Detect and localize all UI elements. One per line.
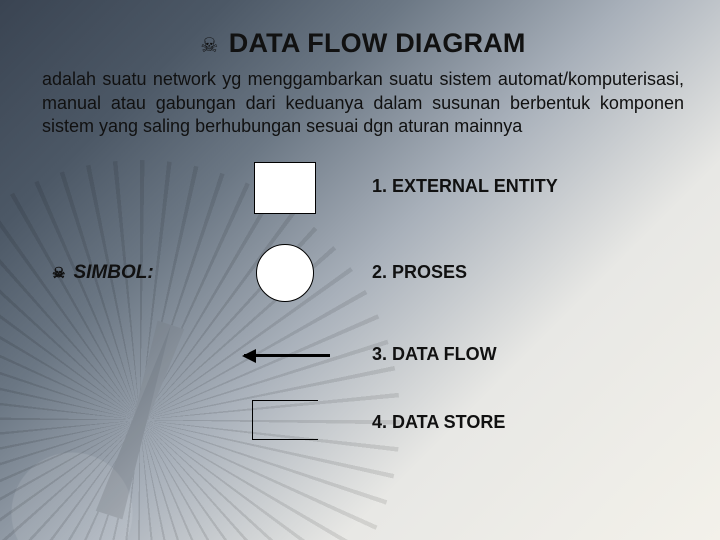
- slide: ☠ DATA FLOW DIAGRAM adalah suatu network…: [0, 0, 720, 540]
- skull-icon: ☠: [52, 264, 65, 282]
- description-text: adalah suatu network yg menggambarkan su…: [42, 68, 684, 138]
- symbols-heading-text: SIMBOL:: [73, 262, 153, 284]
- symbols-heading: ☠ SIMBOL:: [52, 262, 154, 284]
- symbol-shapes-column: [250, 162, 330, 482]
- skull-icon: ☠: [200, 33, 218, 58]
- slide-content: ☠ DATA FLOW DIAGRAM adalah suatu network…: [0, 0, 720, 540]
- symbol-process-icon: [256, 244, 314, 302]
- title-row: ☠ DATA FLOW DIAGRAM: [42, 28, 684, 60]
- symbol-label-data-flow: 3. DATA FLOW: [372, 344, 497, 365]
- symbol-label-data-store: 4. DATA STORE: [372, 412, 505, 433]
- symbol-label-process: 2. PROSES: [372, 262, 467, 283]
- symbol-external-entity-icon: [254, 162, 316, 214]
- symbol-labels-column: 1. EXTERNAL ENTITY 2. PROSES 3. DATA FLO…: [372, 162, 702, 482]
- symbol-data-store-icon: [252, 400, 318, 440]
- symbol-data-flow-icon: [244, 354, 330, 357]
- symbol-label-external-entity: 1. EXTERNAL ENTITY: [372, 176, 558, 197]
- symbols-area: ☠ SIMBOL: 1. EXTERNAL ENTITY 2. PROSES 3…: [42, 162, 684, 482]
- slide-title: DATA FLOW DIAGRAM: [229, 28, 526, 59]
